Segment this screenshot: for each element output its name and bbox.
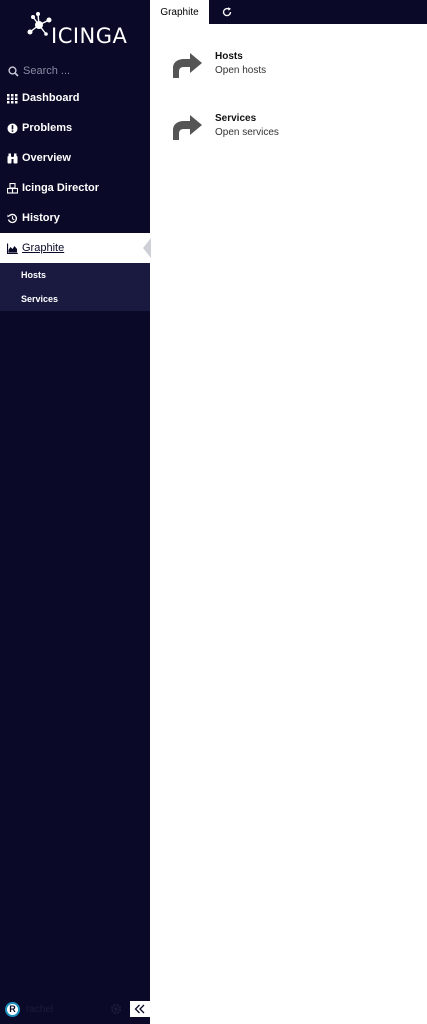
- sidebar: ICINGA Dashboard Problems: [0, 0, 151, 1024]
- nav-item-label: History: [22, 212, 60, 224]
- nav-item-label: Overview: [22, 152, 71, 164]
- search-box: [0, 60, 150, 82]
- area-chart-icon: [7, 243, 18, 254]
- entry-title: Services: [215, 113, 257, 124]
- nav-item-label: Dashboard: [22, 92, 80, 104]
- subnav-item-hosts[interactable]: Hosts: [0, 263, 150, 287]
- cubes-icon: [7, 182, 18, 194]
- alert-circle-icon: [7, 123, 18, 133]
- nav-item-problems[interactable]: Problems: [0, 113, 150, 143]
- entry-title: Hosts: [215, 51, 243, 62]
- services-link[interactable]: Services Open services: [170, 113, 410, 153]
- nav-item-label: Icinga Director: [22, 182, 100, 194]
- graphite-subnav: Hosts Services: [0, 263, 150, 311]
- tab-graphite[interactable]: Graphite: [150, 0, 209, 24]
- subnav-item-label: Hosts: [21, 270, 47, 280]
- entry-subtitle: Open services: [215, 127, 279, 138]
- share-arrow-icon: [173, 53, 202, 78]
- nav-item-history[interactable]: History: [0, 203, 150, 233]
- share-arrow-icon: [173, 115, 202, 140]
- collapse-sidebar-button[interactable]: [130, 1001, 150, 1017]
- entry-subtitle: Open hosts: [215, 65, 267, 76]
- tab-label: Graphite: [160, 6, 199, 18]
- nav-item-label: Problems: [22, 122, 73, 134]
- nav-item-icinga-director[interactable]: Icinga Director: [0, 173, 150, 203]
- history-icon: [7, 213, 17, 223]
- nav-item-graphite[interactable]: Graphite: [0, 233, 151, 263]
- tab-bar: Graphite: [150, 0, 427, 24]
- icinga-logo[interactable]: ICINGA: [25, 10, 128, 50]
- nav-item-dashboard[interactable]: Dashboard: [0, 83, 150, 113]
- logo-text: ICINGA: [51, 24, 128, 48]
- gear-icon[interactable]: [110, 1003, 122, 1015]
- active-indicator-arrow: [143, 238, 151, 258]
- refresh-icon[interactable]: [221, 6, 233, 18]
- username: rachel: [26, 1003, 54, 1015]
- nav-item-overview[interactable]: Overview: [0, 143, 150, 173]
- grid-icon: [7, 93, 18, 103]
- user-menu[interactable]: R rachel: [5, 1001, 53, 1017]
- binoculars-icon: [7, 153, 18, 163]
- double-chevron-left-icon: [134, 1004, 145, 1014]
- avatar: R: [5, 1001, 20, 1017]
- search-icon: [8, 65, 19, 77]
- subnav-item-label: Services: [21, 294, 59, 304]
- subnav-item-services[interactable]: Services: [0, 287, 150, 311]
- hosts-link[interactable]: Hosts Open hosts: [170, 51, 410, 91]
- nav-item-label: Graphite: [22, 242, 65, 254]
- search-input[interactable]: [23, 65, 143, 77]
